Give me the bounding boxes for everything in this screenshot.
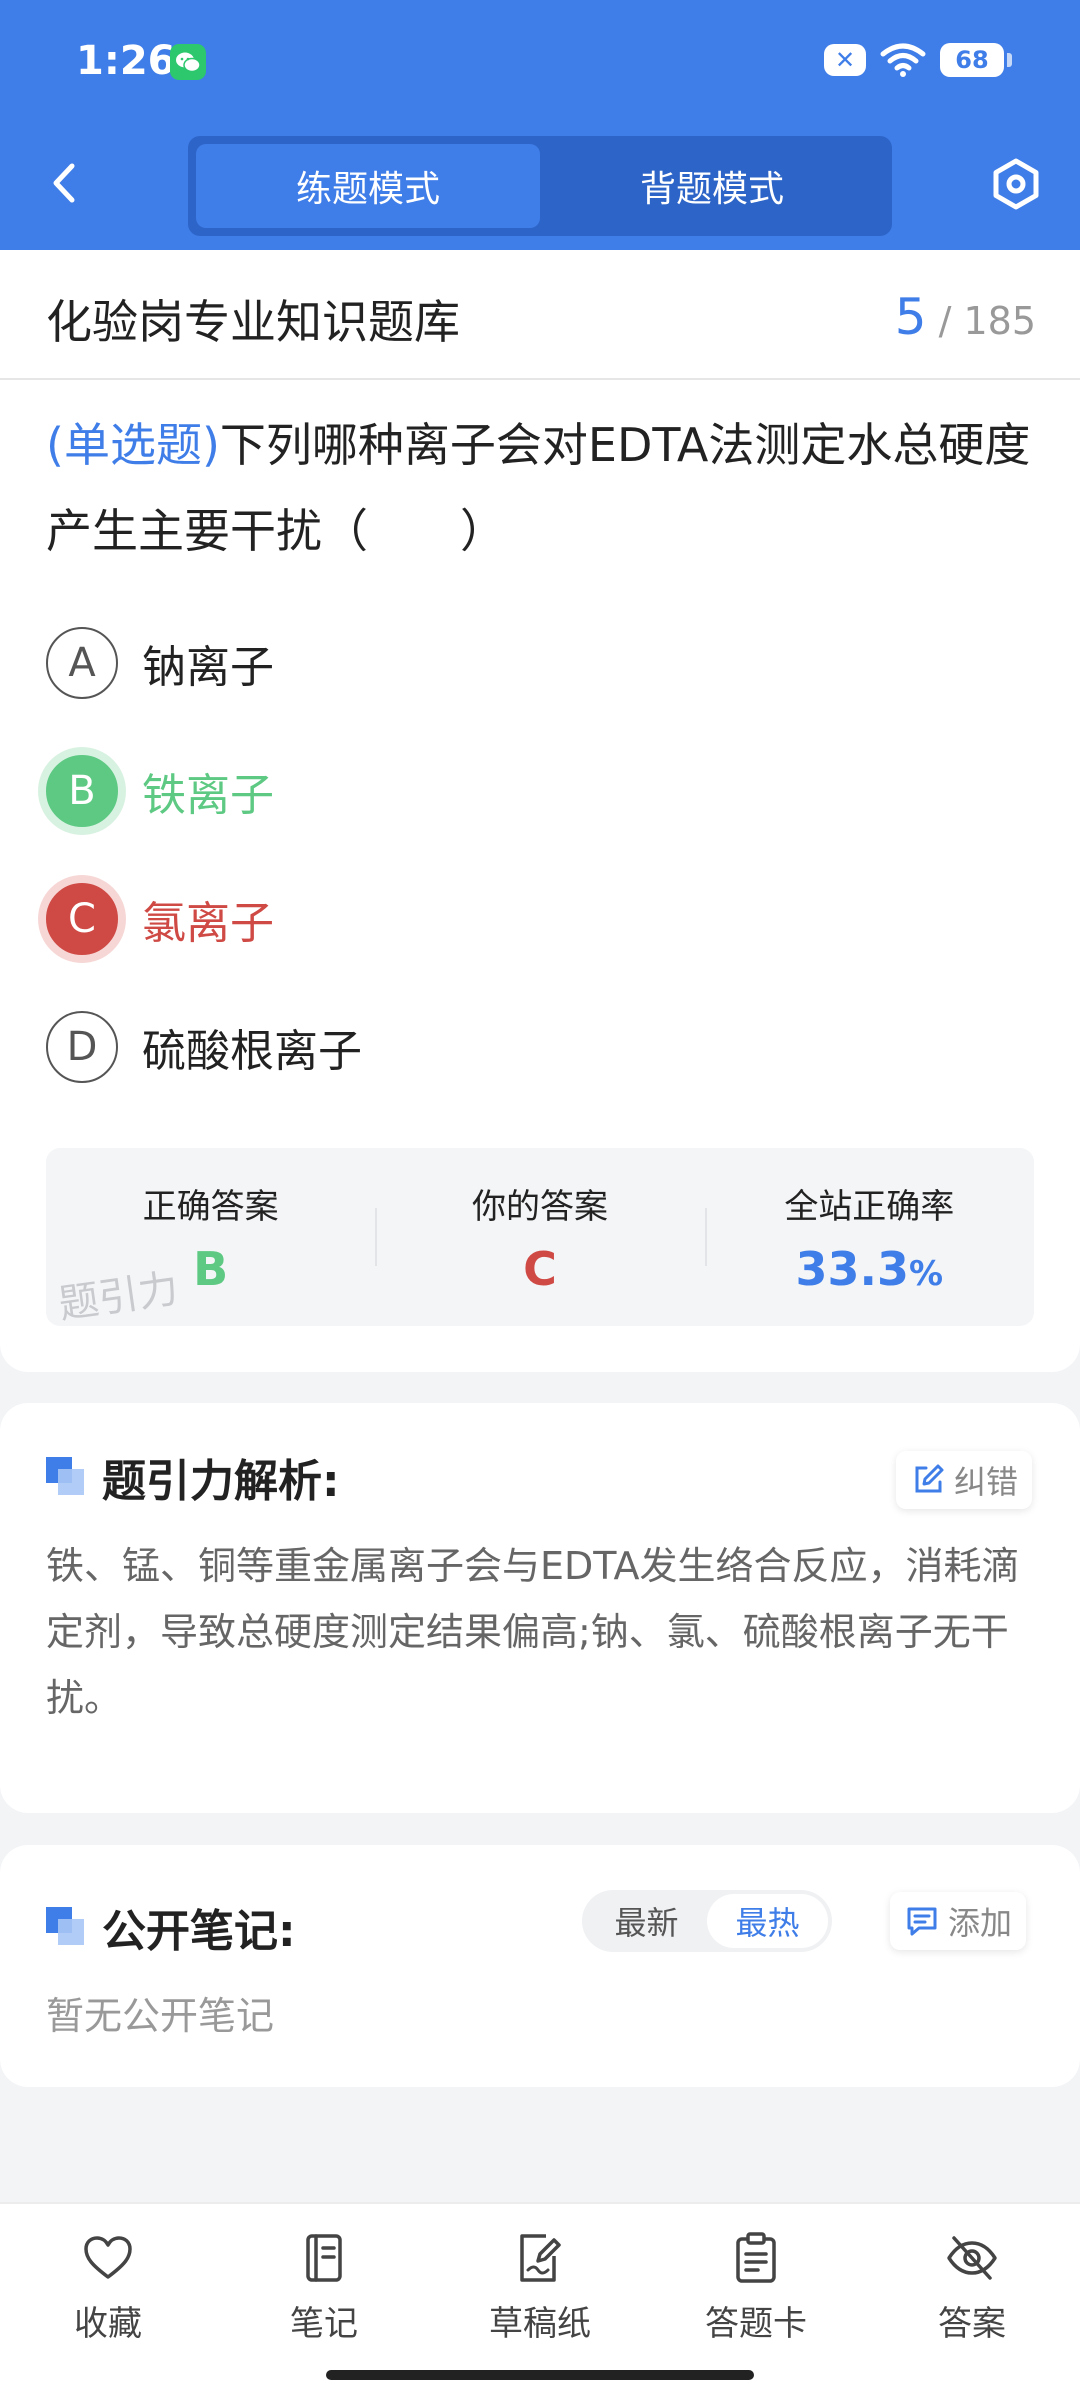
show-answer-label: 答案	[938, 2304, 1006, 2344]
your-answer-label: 你的答案	[471, 1186, 608, 1227]
question-card: (单选题)下列哪种离子会对EDTA法测定水总硬度产生主要干扰（ ） A 钠离子 …	[0, 380, 1080, 1372]
edit-icon	[915, 1464, 944, 1493]
back-button[interactable]	[40, 158, 90, 208]
your-answer: 你的答案 C	[375, 1148, 704, 1326]
option-letter: B	[46, 755, 118, 827]
notebook-icon	[306, 2234, 342, 2282]
option-d[interactable]: D 硫酸根离子	[46, 1010, 362, 1084]
option-text: 铁离子	[142, 770, 274, 821]
status-icons: ✕ 68	[824, 42, 1012, 78]
wifi-icon	[880, 43, 926, 77]
comment-icon	[907, 1907, 937, 1936]
analysis-card: 题引力解析: 纠错 铁、锰、铜等重金属离子会与EDTA发生络合反应，消耗滴定剂，…	[0, 1403, 1080, 1813]
answer-summary: 正确答案 B 你的答案 C 全站正确率 33.3% 题引力	[46, 1148, 1034, 1328]
answer-sheet-label: 答题卡	[705, 2304, 807, 2344]
option-a[interactable]: A 钠离子	[46, 626, 274, 700]
draft-paper-label: 草稿纸	[489, 2304, 591, 2344]
site-accuracy-value: 33.3%	[796, 1242, 944, 1296]
draft-paper-icon	[520, 2234, 561, 2282]
empty-notes-text: 暂无公开笔记	[46, 1994, 275, 2038]
home-indicator[interactable]	[326, 2370, 754, 2380]
add-note-button[interactable]: 添加	[890, 1892, 1027, 1950]
section-squares-icon	[46, 1457, 86, 1497]
option-c[interactable]: C 氯离子	[46, 882, 274, 956]
accuracy-number: 33.3	[795, 1241, 910, 1296]
question-stem: (单选题)下列哪种离子会对EDTA法测定水总硬度产生主要干扰（ ）	[46, 402, 1036, 574]
report-error-label: 纠错	[954, 1463, 1019, 1501]
correct-answer-label: 正确答案	[142, 1186, 279, 1227]
status-time: 1:26	[76, 38, 176, 84]
site-accuracy-label: 全站正确率	[784, 1186, 955, 1227]
analysis-text: 铁、锰、铜等重金属离子会与EDTA发生络合反应，消耗滴定剂，导致总硬度测定结果偏…	[46, 1544, 1020, 1720]
notes-sort-toggle: 最新 最热	[582, 1890, 832, 1952]
report-error-button[interactable]: 纠错	[896, 1451, 1033, 1509]
option-letter: C	[46, 883, 118, 955]
option-b[interactable]: B 铁离子	[46, 754, 274, 828]
settings-button[interactable]	[988, 156, 1044, 212]
analysis-title: 题引力解析:	[102, 1456, 340, 1507]
eye-off-icon	[947, 2236, 997, 2280]
favorite-label: 收藏	[74, 2304, 142, 2344]
section-squares-icon	[46, 1907, 86, 1947]
mute-icon: ✕	[824, 44, 866, 76]
option-text: 硫酸根离子	[142, 1026, 362, 1077]
question-progress[interactable]: 5 / 185	[895, 288, 1036, 346]
notes-header: 公开笔记:	[46, 1895, 296, 1959]
public-notes-card: 公开笔记: 最新 最热 添加 暂无公开笔记	[0, 1845, 1080, 2087]
heart-icon	[84, 2236, 132, 2279]
question-type-label: (单选题)	[46, 418, 220, 472]
correct-answer-value: B	[193, 1241, 229, 1296]
current-question-number: 5	[894, 288, 927, 346]
your-answer-value: C	[523, 1241, 557, 1296]
accuracy-unit: %	[909, 1253, 944, 1294]
option-text: 钠离子	[142, 642, 274, 693]
add-note-label: 添加	[948, 1904, 1013, 1942]
chevron-left-icon	[53, 163, 75, 203]
app-header: 1:26 ✕ 68 练题模式 背题模式	[0, 0, 1080, 250]
option-letter: A	[46, 627, 118, 699]
hexagon-gear-icon	[993, 158, 1039, 210]
progress-separator: /	[926, 299, 964, 343]
show-answer-button[interactable]: 答案	[864, 2204, 1080, 2400]
total-question-count: 185	[963, 299, 1036, 343]
tab-practice-mode[interactable]: 练题模式	[196, 144, 540, 228]
analysis-header: 题引力解析:	[46, 1445, 340, 1509]
option-text: 氯离子	[142, 898, 274, 949]
mode-tabs: 练题模式 背题模式	[188, 136, 892, 236]
option-letter: D	[46, 1011, 118, 1083]
sort-hottest[interactable]: 最热	[707, 1894, 828, 1948]
battery-indicator: 68	[940, 43, 1012, 77]
wechat-icon	[170, 44, 206, 80]
tab-memorize-mode[interactable]: 背题模式	[540, 144, 884, 228]
notes-label: 笔记	[290, 2304, 358, 2344]
notes-title: 公开笔记:	[102, 1906, 296, 1957]
favorite-button[interactable]: 收藏	[0, 2204, 216, 2400]
answer-sheet-icon	[736, 2232, 776, 2283]
question-bank-title: 化验岗专业知识题库	[46, 295, 460, 349]
sort-latest[interactable]: 最新	[586, 1894, 707, 1948]
site-accuracy: 全站正确率 33.3%	[704, 1148, 1034, 1326]
question-bank-titlebar: 化验岗专业知识题库 5 / 185	[0, 250, 1080, 380]
